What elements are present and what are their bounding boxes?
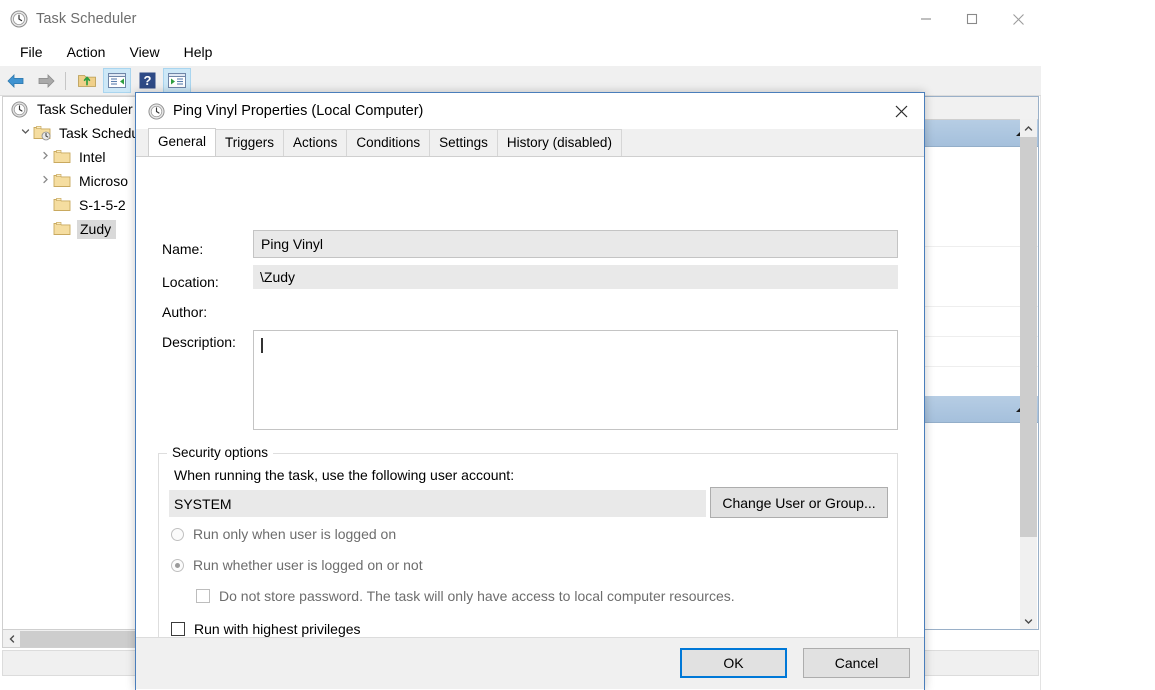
svg-text:?: ? — [143, 73, 151, 88]
radio-icon[interactable] — [171, 559, 184, 572]
text-cursor — [261, 338, 263, 353]
folder-icon — [53, 197, 71, 213]
window-title: Task Scheduler — [36, 11, 137, 27]
dialog-footer: OK Cancel — [136, 637, 924, 689]
tree-item-label: S-1-5-2 — [77, 196, 128, 214]
security-options-title: Security options — [167, 445, 273, 460]
menu-item-help[interactable]: Help — [174, 41, 223, 63]
tree-item-label: Intel — [77, 148, 107, 166]
dialog-tabstrip: General Triggers Actions Conditions Sett… — [136, 129, 924, 156]
chevron-up-icon[interactable] — [1020, 119, 1037, 137]
tab-triggers[interactable]: Triggers — [215, 129, 284, 156]
general-tab-panel: Name: Ping Vinyl Location: \Zudy Author:… — [136, 156, 924, 690]
menu-item-file[interactable]: File — [10, 41, 53, 63]
window-titlebar: Task Scheduler — [0, 0, 1041, 38]
radio-label: Run only when user is logged on — [193, 526, 396, 542]
radio-run-whether-logged-on-or-not[interactable]: Run whether user is logged on or not — [171, 557, 423, 573]
dialog-title: Ping Vinyl Properties (Local Computer) — [173, 103, 423, 119]
actions-pane[interactable] — [922, 96, 1039, 630]
back-icon[interactable] — [2, 68, 30, 93]
description-textarea[interactable] — [253, 330, 898, 430]
screen: Task Scheduler File Action View Help — [0, 0, 1155, 690]
maximize-button[interactable] — [949, 0, 995, 38]
actions-vertical-scrollbar[interactable] — [1020, 119, 1037, 630]
tab-settings[interactable]: Settings — [429, 129, 498, 156]
menu-item-action[interactable]: Action — [57, 41, 116, 63]
folder-icon — [53, 221, 71, 237]
location-label: Location: — [162, 274, 219, 290]
tab-general[interactable]: General — [148, 128, 216, 156]
show-hide-console-tree-icon[interactable] — [103, 68, 131, 93]
tab-conditions[interactable]: Conditions — [346, 129, 430, 156]
forward-icon[interactable] — [32, 68, 60, 93]
radio-run-only-when-logged-on[interactable]: Run only when user is logged on — [171, 526, 396, 542]
checkbox-label: Do not store password. The task will onl… — [219, 588, 735, 604]
radio-label: Run whether user is logged on or not — [193, 557, 423, 573]
tree-item-label: Task Schedu — [57, 124, 141, 142]
chevron-right-icon[interactable] — [37, 151, 53, 163]
dialog-close-button[interactable] — [879, 93, 924, 129]
radio-icon[interactable] — [171, 528, 184, 541]
task-properties-dialog: Ping Vinyl Properties (Local Computer) G… — [135, 92, 925, 690]
clock-icon — [11, 101, 29, 117]
show-hide-action-pane-icon[interactable] — [163, 68, 191, 93]
minimize-button[interactable] — [903, 0, 949, 38]
scrollbar-thumb[interactable] — [1020, 137, 1037, 537]
clock-icon — [10, 10, 28, 28]
checkbox-run-with-highest-privileges[interactable]: Run with highest privileges — [171, 621, 361, 637]
library-folder-icon — [33, 125, 51, 141]
ok-button[interactable]: OK — [680, 648, 787, 678]
author-label: Author: — [162, 304, 207, 320]
tree-item-label: Microso — [77, 172, 130, 190]
name-input[interactable]: Ping Vinyl — [253, 230, 898, 258]
actions-pane-header — [923, 97, 1038, 120]
chevron-right-icon[interactable] — [37, 175, 53, 187]
location-value: \Zudy — [253, 265, 898, 289]
author-value — [253, 295, 898, 319]
tree-item-label: Zudy — [77, 220, 116, 239]
help-icon[interactable]: ? — [133, 68, 161, 93]
folder-icon — [53, 173, 71, 189]
close-button[interactable] — [995, 0, 1041, 38]
chevron-down-icon[interactable] — [17, 127, 33, 139]
user-account-field: SYSTEM — [169, 490, 706, 517]
clock-icon — [148, 103, 165, 120]
tab-actions[interactable]: Actions — [283, 129, 347, 156]
checkbox-do-not-store-password[interactable]: Do not store password. The task will onl… — [196, 588, 735, 604]
tab-history[interactable]: History (disabled) — [497, 129, 622, 156]
change-user-or-group-button[interactable]: Change User or Group... — [710, 487, 888, 518]
cancel-button[interactable]: Cancel — [803, 648, 910, 678]
checkbox-icon[interactable] — [171, 622, 185, 636]
name-label: Name: — [162, 241, 203, 257]
toolbar-separator — [65, 72, 66, 90]
up-folder-icon[interactable] — [73, 68, 101, 93]
checkbox-label: Run with highest privileges — [194, 621, 361, 637]
account-prompt-label: When running the task, use the following… — [174, 467, 514, 483]
dialog-titlebar: Ping Vinyl Properties (Local Computer) — [136, 93, 924, 129]
description-label: Description: — [162, 334, 236, 350]
chevron-down-icon[interactable] — [1020, 612, 1037, 630]
chevron-left-icon[interactable] — [3, 631, 20, 647]
window-controls — [903, 0, 1041, 38]
menu-item-view[interactable]: View — [119, 41, 169, 63]
tree-root-label: Task Scheduler — [35, 100, 135, 118]
checkbox-icon[interactable] — [196, 589, 210, 603]
menu-bar: File Action View Help — [0, 38, 1041, 67]
folder-icon — [53, 149, 71, 165]
